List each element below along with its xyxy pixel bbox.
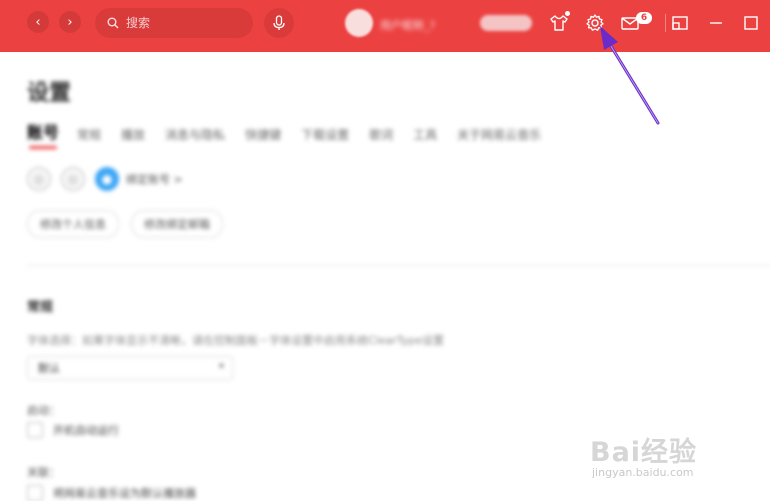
gear-icon[interactable]	[585, 13, 605, 33]
bind-account-label[interactable]: 绑定账号 >	[126, 171, 183, 187]
startup-check-label: 开机自动运行	[53, 424, 119, 437]
skin-notification-dot	[565, 11, 570, 16]
account-buttons: 修改个人信息 修改绑定邮箱	[27, 210, 235, 238]
association-checkbox[interactable]	[27, 485, 43, 501]
title-bar: ‹ › 用户昵称_? 6	[0, 0, 770, 52]
back-button[interactable]: ‹	[27, 11, 49, 33]
section-heading-general: 常规	[27, 300, 54, 315]
microphone-icon	[273, 15, 285, 30]
avatar[interactable]	[345, 9, 373, 37]
association-check-label: 将网易云音乐设为默认播放器	[53, 487, 196, 500]
watermark: Bai经验 jingyan.baidu.com	[590, 418, 740, 498]
tshirt-skin-icon[interactable]	[549, 13, 569, 33]
watermark-url: jingyan.baidu.com	[592, 466, 694, 479]
mini-mode-icon[interactable]	[670, 13, 690, 33]
edit-profile-button[interactable]: 修改个人信息	[27, 210, 119, 238]
phone-icon[interactable]: ●	[95, 167, 119, 191]
search-input[interactable]	[124, 15, 238, 31]
qq-icon[interactable]: ◎	[61, 167, 85, 191]
chevron-down-icon: ▾	[218, 361, 224, 372]
tab-playback[interactable]: 播放	[121, 126, 145, 143]
startup-label: 启动：	[27, 404, 60, 417]
font-description: 字体选择：如果字体显示不清晰，请在控制面板－字体设置中启用系统ClearType…	[27, 334, 445, 347]
tab-messages-privacy[interactable]: 消息与隐私	[165, 126, 225, 143]
search-icon	[107, 17, 119, 29]
search-box[interactable]	[95, 8, 253, 38]
titlebar-divider	[665, 14, 666, 32]
forward-button[interactable]: ›	[59, 11, 81, 33]
watermark-brand: Bai经验	[590, 437, 698, 468]
startup-checkbox[interactable]	[27, 422, 43, 438]
voice-search-button[interactable]	[264, 8, 294, 38]
font-select[interactable]: 默认 ▾	[27, 356, 233, 380]
association-option[interactable]: 将网易云音乐设为默认播放器	[27, 485, 196, 501]
maximize-icon[interactable]	[741, 13, 761, 33]
font-select-value: 默认	[38, 362, 60, 375]
edit-email-button[interactable]: 修改绑定邮箱	[131, 210, 223, 238]
tab-download[interactable]: 下载设置	[301, 126, 349, 143]
mail-count-badge: 6	[636, 12, 652, 24]
tab-about[interactable]: 关于网易云音乐	[457, 126, 541, 143]
bound-accounts: ◎ ◎ ● 绑定账号 >	[27, 167, 183, 191]
section-divider	[27, 265, 770, 266]
tab-account[interactable]: 账号	[27, 119, 59, 149]
tab-shortcuts[interactable]: 快捷键	[245, 126, 281, 143]
vip-badge[interactable]	[480, 15, 532, 31]
tab-general[interactable]: 常规	[77, 126, 101, 143]
association-label: 关联：	[27, 466, 60, 479]
page-title: 设置	[27, 81, 72, 106]
tab-tools[interactable]: 工具	[413, 126, 437, 143]
startup-option[interactable]: 开机自动运行	[27, 422, 119, 438]
tab-lyrics[interactable]: 歌词	[369, 126, 393, 143]
minimize-icon[interactable]	[706, 13, 726, 33]
settings-tabs: 账号 常规 播放 消息与隐私 快捷键 下载设置 歌词 工具 关于网易云音乐	[27, 119, 561, 149]
chevron-left-icon: ‹	[35, 14, 41, 30]
chevron-right-icon: ›	[67, 14, 73, 30]
username[interactable]: 用户昵称_?	[380, 17, 435, 33]
weibo-icon[interactable]: ◎	[27, 167, 51, 191]
